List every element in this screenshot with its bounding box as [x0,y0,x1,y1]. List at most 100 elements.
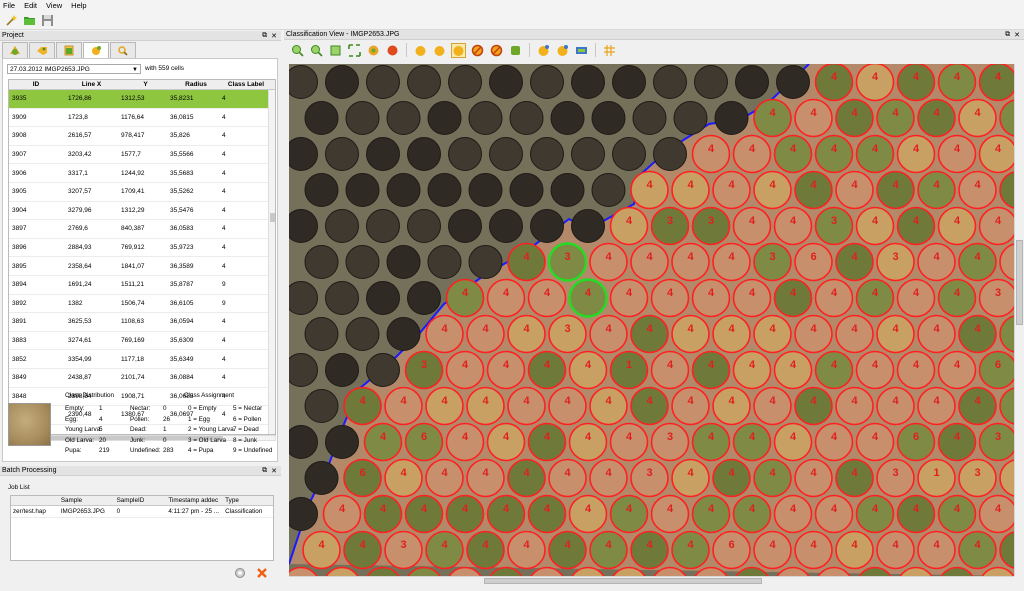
cell-label: 4 [503,359,510,371]
close-icon[interactable]: ✕ [271,32,277,40]
menu-file[interactable]: File [3,1,15,10]
table-row[interactable]: 3894 1691,24 1511,21 35,8787 9 [9,276,275,295]
table-row[interactable]: 3908 2616,57 978,417 35,826 4 [9,127,275,146]
detect-cells-button[interactable] [366,43,381,58]
col-timestamp[interactable]: Timestamp addec [166,496,223,505]
show-circles-button[interactable] [555,43,570,58]
col-type[interactable]: Type [223,496,273,505]
class-assignment-title: Class Assignment [184,392,235,399]
classification-view: Classification View - IMGP2653.JPG ⧉ ✕ 4… [284,30,1024,591]
grid-button[interactable] [602,43,617,58]
table-row[interactable]: 3909 1723,8 1176,64 36,0815 4 [9,109,275,128]
tab-samples[interactable] [29,42,55,58]
cell-label: 4 [954,431,961,443]
table-row[interactable]: 3907 3203,42 1577,7 35,5566 4 [9,146,275,165]
float-icon[interactable]: ⧉ [262,32,267,40]
table-cell: 36,6105 [170,299,194,307]
move-cell-button[interactable] [432,43,447,58]
menu-edit[interactable]: Edit [24,1,37,10]
zoom-out-button[interactable] [309,43,324,58]
col-sample[interactable]: Sample [59,496,115,505]
image-select[interactable]: 27.03.2012 IMGP2653.JPG ▼ [7,64,141,74]
cell-label: 4 [585,503,592,515]
fit-window-button[interactable] [347,43,362,58]
class-distribution-item: 1 [163,426,167,433]
cell-label: 4 [564,467,571,479]
run-batch-button[interactable] [234,567,246,581]
table-row[interactable]: 3935 1726,86 1312,53 35,8231 4 [9,90,275,109]
cell-label: 4 [646,539,653,551]
add-cell-button[interactable] [413,43,428,58]
table-row[interactable]: 3849 2438,87 2101,74 36,0884 4 [9,369,275,388]
classify-button[interactable] [508,43,523,58]
new-project-button[interactable] [4,13,19,28]
table-row[interactable]: 3852 3354,99 1177,18 35,6349 4 [9,350,275,369]
remove-job-button[interactable] [256,567,268,581]
select-cell-button[interactable] [451,42,466,58]
save-project-button[interactable] [40,13,55,28]
comb-canvas[interactable]: 4 4 4 4 4 4 4 4 4 4 4 4 4 4 4 4 4 4 4 4 4 4 4 4 4 4 4 4 4 4 4 3 3 4 4 3 4 4 4 4… [289,64,1014,576]
table-row[interactable]: 3895 2358,64 1841,07 36,3589 4 [9,257,275,276]
cell-label: 4 [913,287,920,299]
close-icon[interactable]: ✕ [1014,31,1020,39]
capped-cell [468,245,503,279]
job-row[interactable]: zer/test.hap IMGP2653.JPG 0 4:11:27 pm -… [11,506,273,518]
canvas-vscroll[interactable] [1014,64,1023,576]
open-project-button[interactable] [22,13,37,28]
table-vscroll-thumb[interactable] [270,213,275,222]
table-row[interactable]: 3892 1382 1506,74 36,6105 9 [9,295,275,314]
float-icon[interactable]: ⧉ [262,467,267,475]
capped-cell [304,461,339,495]
tab-classes[interactable] [56,42,82,58]
job-list-title: Job List [8,484,30,491]
capped-cell [571,65,605,99]
cell-label: 4 [954,143,961,155]
tab-search[interactable] [110,42,136,58]
cell-label: 4 [441,539,448,551]
export-button[interactable] [574,43,589,58]
col-sample-id[interactable]: SampleID [115,496,167,505]
main-toolbar [0,11,1024,30]
table-vscroll[interactable] [268,90,275,434]
cell-label: 4 [769,539,776,551]
table-row[interactable]: 3897 2769,6 840,387 36,0583 4 [9,220,275,239]
cell-label: 4 [441,467,448,479]
table-row[interactable]: 3896 2884,93 769,912 35,9723 4 [9,239,275,258]
table-cell: 35,9723 [170,244,194,252]
float-icon[interactable]: ⧉ [1005,31,1010,39]
close-icon[interactable]: ✕ [271,467,277,475]
canvas-hscroll-thumb[interactable] [484,578,762,584]
menu-view[interactable]: View [46,1,62,10]
canvas-hscroll[interactable] [289,576,1014,584]
table-cell: 3908 [12,132,27,140]
show-labels-button[interactable] [536,43,551,58]
comb-image[interactable]: 4 4 4 4 4 4 4 4 4 4 4 4 4 4 4 4 4 4 4 4 4 4 4 4 4 4 4 4 4 4 4 3 3 4 4 3 4 4 4 4… [289,64,1014,576]
table-cell: 36,0815 [170,113,194,121]
table-row[interactable]: 3905 3207,57 1709,41 35,5262 4 [9,183,275,202]
menu-help[interactable]: Help [71,1,86,10]
col-line-x[interactable]: Line X [60,80,115,89]
table-row[interactable]: 3904 3279,96 1312,29 35,5476 4 [9,202,275,221]
canvas-vscroll-thumb[interactable] [1016,240,1023,325]
zoom-fit-button[interactable] [328,43,343,58]
class-assignment-item: 2 = Young Larva [188,426,234,433]
table-row[interactable]: 3883 3274,61 769,169 35,6309 4 [9,332,275,351]
tab-project[interactable] [2,42,28,58]
cell-label: 4 [749,143,756,155]
tab-cells[interactable] [83,42,109,58]
stop-button[interactable] [385,43,400,58]
col-y[interactable]: Y [115,80,170,89]
cell-label: 6 [913,431,919,443]
table-row[interactable]: 3891 3625,53 1108,63 36,0594 4 [9,313,275,332]
col-radius[interactable]: Radius [170,80,222,89]
remove-cell-button[interactable] [470,43,485,58]
col-id[interactable]: ID [9,80,60,89]
table-row[interactable]: 3906 3317,1 1244,92 35,5683 4 [9,164,275,183]
col-class-label[interactable]: Class Label [222,80,270,89]
zoom-in-button[interactable] [290,43,305,58]
col-project[interactable] [11,496,59,505]
clear-cells-button[interactable] [489,43,504,58]
cell-icon [10,46,20,55]
expand-icon [348,43,361,57]
cell-label: 4 [626,215,633,227]
